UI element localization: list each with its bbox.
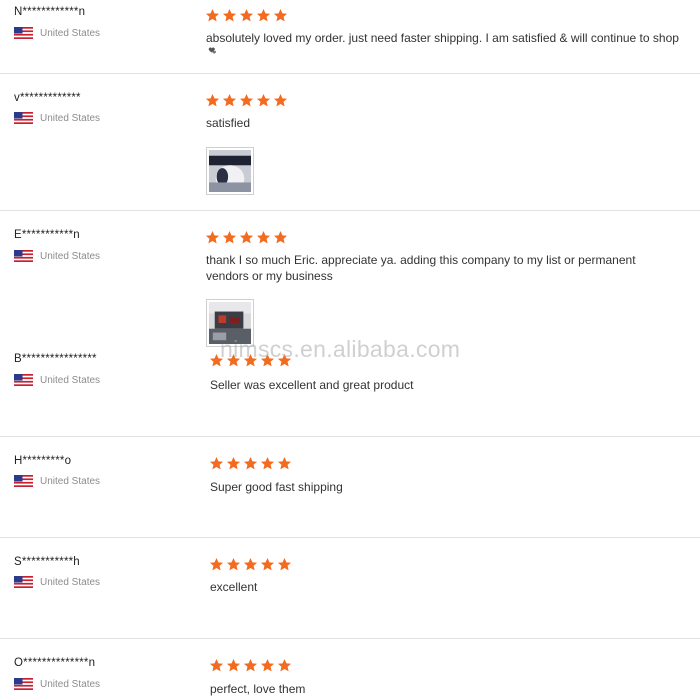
star-icon [256, 230, 271, 245]
review-photo-thumbnail[interactable] [206, 147, 254, 195]
star-icon [273, 8, 288, 23]
review-photo-2 [209, 302, 251, 344]
star-icon [226, 658, 241, 673]
us-flag-icon [14, 374, 33, 386]
country-label: United States [40, 112, 101, 124]
star-icon [273, 230, 288, 245]
star-icon [239, 8, 254, 23]
star-rating [209, 353, 292, 368]
reviewer-country: United States [14, 475, 100, 487]
reviewer-country: United States [14, 576, 100, 588]
star-icon [205, 93, 220, 108]
star-icon [243, 658, 258, 673]
country-label: United States [40, 475, 101, 487]
star-rating [209, 456, 292, 471]
star-icon [256, 8, 271, 23]
star-icon [243, 557, 258, 572]
country-label: United States [40, 678, 101, 690]
star-icon [277, 456, 292, 471]
star-icon [226, 353, 241, 368]
review-item: B**************** United States Seller w… [0, 345, 700, 437]
review-text: Seller was excellent and great product [210, 378, 414, 392]
star-rating [205, 230, 288, 245]
star-icon [209, 658, 224, 673]
reviewer-country: United States [14, 678, 100, 690]
star-rating [205, 93, 288, 108]
reviewer-name: B**************** [14, 353, 97, 365]
country-label: United States [40, 27, 101, 39]
us-flag-icon [14, 576, 33, 588]
star-icon [226, 557, 241, 572]
star-icon [243, 353, 258, 368]
review-text: perfect, love them [210, 682, 306, 696]
us-flag-icon [14, 27, 33, 39]
review-text: thank I so much Eric. appreciate ya. add… [206, 253, 636, 283]
star-icon [273, 93, 288, 108]
star-icon [260, 658, 275, 673]
star-rating [209, 557, 292, 572]
star-icon [222, 93, 237, 108]
star-rating [205, 8, 288, 23]
reviewer-country: United States [14, 374, 100, 386]
review-item: S***********h United States excellent [0, 538, 700, 639]
review-text: excellent [210, 580, 258, 594]
reviewer-name: O**************n [14, 657, 96, 669]
star-icon [209, 353, 224, 368]
star-icon [205, 8, 220, 23]
us-flag-icon [14, 678, 33, 690]
us-flag-icon [14, 250, 33, 262]
reviewer-name: E***********n [14, 229, 80, 241]
star-icon [277, 353, 292, 368]
reviewer-name: N************n [14, 6, 86, 18]
reviewer-country: United States [14, 250, 100, 262]
review-text: Super good fast shipping [210, 480, 343, 494]
star-icon [226, 456, 241, 471]
star-icon [260, 557, 275, 572]
country-label: United States [40, 576, 101, 588]
star-icon [205, 230, 220, 245]
country-label: United States [40, 250, 101, 262]
star-icon [277, 557, 292, 572]
review-photo-1 [209, 150, 251, 192]
star-icon [260, 456, 275, 471]
review-item: N************n United States absolutely … [0, 0, 700, 74]
star-icon [243, 456, 258, 471]
reviewer-name: v************* [14, 92, 81, 104]
star-icon [260, 353, 275, 368]
reviewer-country: United States [14, 112, 100, 124]
star-icon [209, 557, 224, 572]
us-flag-icon [14, 112, 33, 124]
hearts-icon [208, 47, 217, 54]
review-item: E***********n United States thank I so m… [0, 211, 700, 347]
star-icon [239, 230, 254, 245]
star-rating [209, 658, 292, 673]
star-icon [277, 658, 292, 673]
reviewer-name: H*********o [14, 455, 72, 467]
star-icon [209, 456, 224, 471]
star-icon [222, 230, 237, 245]
star-icon [222, 8, 237, 23]
review-text: satisfied [206, 116, 251, 130]
reviewer-name: S***********h [14, 556, 80, 568]
reviewer-country: United States [14, 27, 100, 39]
us-flag-icon [14, 475, 33, 487]
review-item: v************* United States satisfied [0, 74, 700, 211]
country-label: United States [40, 374, 101, 386]
review-item: O**************n United States perfect, … [0, 639, 700, 700]
star-icon [239, 93, 254, 108]
review-item: H*********o United States Super good fas… [0, 437, 700, 538]
star-icon [256, 93, 271, 108]
review-text: absolutely loved my order. just need fas… [206, 31, 679, 45]
review-photo-thumbnail[interactable] [206, 299, 254, 347]
